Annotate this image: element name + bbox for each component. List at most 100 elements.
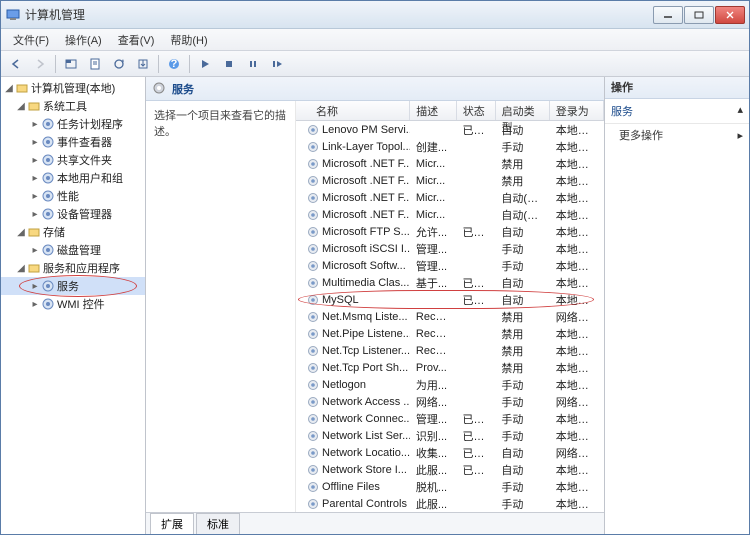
- menu-file[interactable]: 文件(F): [5, 30, 57, 50]
- tree-item-磁盘管理[interactable]: ▸磁盘管理: [1, 241, 145, 259]
- service-row[interactable]: Net.Pipe Listene... Rece... 禁用 本地服务: [296, 325, 604, 342]
- services-list[interactable]: 名称 描述 状态 启动类型 登录为 Lenovo PM Servi... 已启动…: [296, 101, 604, 512]
- service-row[interactable]: Microsoft .NET F... Micr... 禁用 本地系统: [296, 172, 604, 189]
- gear-icon: [152, 81, 168, 97]
- tree-item-设备管理器[interactable]: ▸设备管理器: [1, 205, 145, 223]
- play-button[interactable]: [194, 53, 216, 75]
- pause-button[interactable]: [242, 53, 264, 75]
- restart-button[interactable]: [266, 53, 288, 75]
- tree-item-服务[interactable]: ▸服务: [1, 277, 145, 295]
- service-icon: [306, 327, 320, 341]
- tree-item-本地用户和组[interactable]: ▸本地用户和组: [1, 169, 145, 187]
- up-button[interactable]: [60, 53, 82, 75]
- service-row[interactable]: Netlogon 为用... 手动 本地系统: [296, 376, 604, 393]
- users-icon: [41, 171, 55, 185]
- menu-action[interactable]: 操作(A): [57, 30, 110, 50]
- tree-item-WMI 控件[interactable]: ▸WMI 控件: [1, 295, 145, 313]
- service-icon: [306, 344, 320, 358]
- tab-standard[interactable]: 标准: [196, 513, 240, 534]
- col-start[interactable]: 启动类型: [496, 101, 550, 120]
- toolbar: ?: [1, 51, 749, 77]
- service-icon: [306, 480, 320, 494]
- refresh-button[interactable]: [108, 53, 130, 75]
- tree-item-事件查看器[interactable]: ▸事件查看器: [1, 133, 145, 151]
- tree-group-2[interactable]: ◢服务和应用程序: [1, 259, 145, 277]
- service-row[interactable]: Multimedia Clas... 基于... 已启动 自动 本地系统: [296, 274, 604, 291]
- service-row[interactable]: Microsoft FTP S... 允许... 已启动 自动 本地系统: [296, 223, 604, 240]
- description-text: 选择一个项目来查看它的描述。: [154, 107, 287, 139]
- titlebar[interactable]: 计算机管理: [1, 1, 749, 29]
- service-row[interactable]: Net.Tcp Listener... Rece... 禁用 本地服务: [296, 342, 604, 359]
- service-row[interactable]: Network Locatio... 收集... 已启动 自动 网络服务: [296, 444, 604, 461]
- menu-view[interactable]: 查看(V): [110, 30, 163, 50]
- tree-group-1[interactable]: ◢存储: [1, 223, 145, 241]
- center-title: 服务: [172, 81, 194, 97]
- service-row[interactable]: Network Access ... 网络... 手动 网络服务: [296, 393, 604, 410]
- service-icon: [306, 446, 320, 460]
- properties-button[interactable]: [84, 53, 106, 75]
- device-icon: [41, 207, 55, 221]
- col-name[interactable]: 名称: [296, 101, 410, 120]
- service-icon: [306, 463, 320, 477]
- service-row[interactable]: Net.Tcp Port Sh... Prov... 禁用 本地服务: [296, 359, 604, 376]
- perf-icon: [41, 189, 55, 203]
- minimize-button[interactable]: [653, 6, 683, 24]
- service-row[interactable]: MySQL 已启动 自动 本地系统: [296, 291, 604, 308]
- tree-pane[interactable]: ◢计算机管理(本地)◢系统工具▸任务计划程序▸事件查看器▸共享文件夹▸本地用户和…: [1, 77, 146, 534]
- gear-icon: [41, 279, 55, 293]
- list-header[interactable]: 名称 描述 状态 启动类型 登录为: [296, 101, 604, 121]
- service-row[interactable]: Microsoft iSCSI I... 管理... 手动 本地系统: [296, 240, 604, 257]
- tree-root[interactable]: ◢计算机管理(本地): [1, 79, 145, 97]
- menu-help[interactable]: 帮助(H): [162, 30, 215, 50]
- clock-icon: [41, 117, 55, 131]
- center-header: 服务: [146, 77, 604, 101]
- stop-button[interactable]: [218, 53, 240, 75]
- maximize-button[interactable]: [684, 6, 714, 24]
- close-button[interactable]: [715, 6, 745, 24]
- service-row[interactable]: Network List Ser... 识别... 已启动 手动 本地服务: [296, 427, 604, 444]
- service-row[interactable]: Network Connec... 管理... 已启动 手动 本地系统: [296, 410, 604, 427]
- service-row[interactable]: Offline Files 脱机... 手动 本地系统: [296, 478, 604, 495]
- service-icon: [306, 429, 320, 443]
- actions-pane: 操作 服务 ▴ 更多操作 ▸: [604, 77, 749, 534]
- service-row[interactable]: Microsoft .NET F... Micr... 禁用 本地系统: [296, 155, 604, 172]
- service-row[interactable]: Net.Msmq Liste... Rece... 禁用 网络服务: [296, 308, 604, 325]
- service-icon: [306, 378, 320, 392]
- center-pane: 服务 选择一个项目来查看它的描述。 名称 描述 状态 启动类型 登录为 Leno…: [146, 77, 604, 534]
- forward-button[interactable]: [29, 53, 51, 75]
- col-logon[interactable]: 登录为: [550, 101, 604, 120]
- service-row[interactable]: Microsoft Softw... 管理... 手动 本地系统: [296, 257, 604, 274]
- service-row[interactable]: Link-Layer Topol... 创建... 手动 本地服务: [296, 138, 604, 155]
- actions-section: 服务 ▴: [605, 99, 749, 124]
- tree-item-任务计划程序[interactable]: ▸任务计划程序: [1, 115, 145, 133]
- chevron-right-icon: ▸: [737, 129, 743, 142]
- chevron-up-icon[interactable]: ▴: [737, 103, 743, 116]
- service-icon: [306, 293, 320, 307]
- app-icon: [5, 7, 21, 23]
- actions-more[interactable]: 更多操作 ▸: [605, 124, 749, 146]
- service-icon: [306, 276, 320, 290]
- tree-item-性能[interactable]: ▸性能: [1, 187, 145, 205]
- menubar: 文件(F) 操作(A) 查看(V) 帮助(H): [1, 29, 749, 51]
- tree-group-0[interactable]: ◢系统工具: [1, 97, 145, 115]
- help-button[interactable]: ?: [163, 53, 185, 75]
- col-desc[interactable]: 描述: [410, 101, 457, 120]
- export-button[interactable]: [132, 53, 154, 75]
- col-status[interactable]: 状态: [457, 101, 496, 120]
- service-row[interactable]: Lenovo PM Servi... 已启动 自动 本地系统: [296, 121, 604, 138]
- service-icon: [306, 208, 320, 222]
- service-icon: [306, 140, 320, 154]
- service-row[interactable]: Microsoft .NET F... Micr... 自动(延迟... 本地系…: [296, 189, 604, 206]
- service-row[interactable]: Network Store I... 此服... 已启动 自动 本地服务: [296, 461, 604, 478]
- svg-text:?: ?: [171, 58, 178, 70]
- folder-icon: [41, 153, 55, 167]
- service-icon: [306, 157, 320, 171]
- back-button[interactable]: [5, 53, 27, 75]
- service-row[interactable]: Microsoft .NET F... Micr... 自动(延迟... 本地系…: [296, 206, 604, 223]
- service-icon: [306, 497, 320, 511]
- disk-icon: [41, 243, 55, 257]
- tree-item-共享文件夹[interactable]: ▸共享文件夹: [1, 151, 145, 169]
- service-icon: [306, 174, 320, 188]
- tab-extended[interactable]: 扩展: [150, 513, 194, 534]
- service-row[interactable]: Parental Controls 此服... 手动 本地服务: [296, 495, 604, 512]
